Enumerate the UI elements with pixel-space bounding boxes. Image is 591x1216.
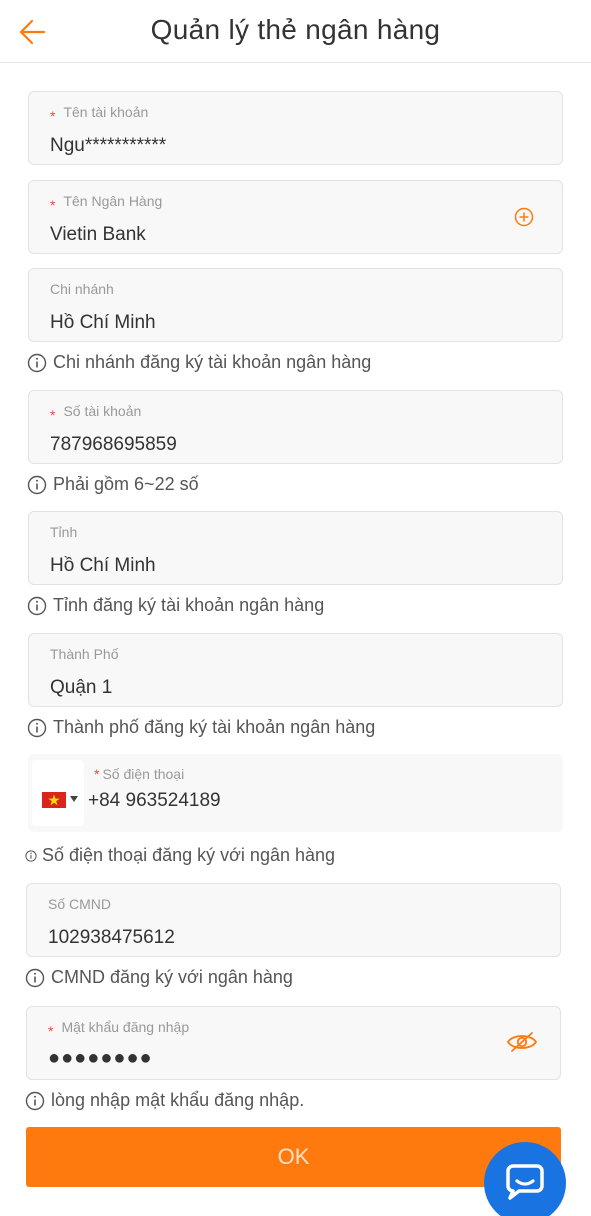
- branch-hint-text: Chi nhánh đăng ký tài khoản ngân hàng: [53, 352, 372, 372]
- account-name-input[interactable]: [50, 135, 480, 157]
- password-hint: lòng nhập mật khẩu đăng nhập.: [25, 1090, 304, 1111]
- id-card-label: Số CMND: [48, 896, 112, 912]
- required-marker: *: [50, 197, 56, 213]
- info-icon: [25, 1091, 45, 1110]
- province-label: Tỉnh: [50, 524, 78, 540]
- info-icon: [27, 596, 47, 615]
- phone-label: Số điện thoại: [102, 766, 185, 782]
- account-number-label: Số tài khoản: [63, 403, 142, 419]
- city-label: Thành Phố: [50, 646, 119, 662]
- info-icon: [25, 849, 37, 862]
- account-number-input[interactable]: [50, 434, 480, 456]
- info-icon: [25, 968, 45, 987]
- branch-input[interactable]: [50, 312, 480, 334]
- account-number-hint-text: Phải gồm 6~22 số: [53, 474, 199, 494]
- id-card-hint: CMND đăng ký với ngân hàng: [25, 967, 293, 988]
- city-field[interactable]: Thành Phố: [28, 633, 563, 707]
- account-name-field[interactable]: * Tên tài khoản: [28, 91, 563, 165]
- header: Quản lý thẻ ngân hàng: [0, 0, 591, 63]
- vietnam-flag-icon: [42, 792, 66, 808]
- id-card-input[interactable]: [48, 927, 478, 949]
- required-marker: *: [94, 766, 100, 782]
- account-number-field[interactable]: * Số tài khoản: [28, 390, 563, 464]
- required-marker: *: [50, 407, 56, 423]
- bank-name-field[interactable]: * Tên Ngân Hàng: [28, 180, 563, 254]
- ok-button[interactable]: OK: [26, 1127, 561, 1187]
- country-code-selector[interactable]: [32, 760, 84, 826]
- password-field[interactable]: * Mật khẩu đăng nhập ●●●●●●●●: [26, 1006, 561, 1080]
- page-title: Quản lý thẻ ngân hàng: [150, 14, 441, 45]
- password-label: Mật khẩu đăng nhập: [61, 1019, 190, 1035]
- city-hint: Thành phố đăng ký tài khoản ngân hàng: [27, 717, 375, 738]
- phone-hint: Số điện thoại đăng ký với ngân hàng: [25, 845, 335, 866]
- city-hint-text: Thành phố đăng ký tài khoản ngân hàng: [53, 717, 376, 737]
- chat-button[interactable]: [484, 1142, 566, 1216]
- required-marker: *: [48, 1023, 54, 1039]
- eye-off-icon[interactable]: [506, 1029, 538, 1060]
- bank-name-input[interactable]: [50, 224, 480, 246]
- info-icon: [27, 718, 47, 737]
- province-hint: Tỉnh đăng ký tài khoản ngân hàng: [27, 595, 324, 616]
- account-name-label: Tên tài khoản: [63, 104, 149, 120]
- id-card-field[interactable]: Số CMND: [26, 883, 561, 957]
- province-input[interactable]: [50, 555, 480, 577]
- province-field[interactable]: Tỉnh: [28, 511, 563, 585]
- info-icon: [27, 353, 47, 372]
- bank-name-label: Tên Ngân Hàng: [63, 193, 163, 209]
- password-hint-text: lòng nhập mật khẩu đăng nhập.: [51, 1090, 305, 1110]
- branch-label: Chi nhánh: [50, 281, 114, 297]
- password-input[interactable]: ●●●●●●●●: [48, 1047, 478, 1070]
- info-icon: [27, 475, 47, 494]
- required-marker: *: [50, 108, 56, 124]
- branch-hint: Chi nhánh đăng ký tài khoản ngân hàng: [27, 352, 371, 373]
- phone-field[interactable]: * Số điện thoại: [28, 754, 563, 832]
- id-card-hint-text: CMND đăng ký với ngân hàng: [51, 967, 293, 987]
- chat-bubble-icon: [506, 1164, 544, 1200]
- province-hint-text: Tỉnh đăng ký tài khoản ngân hàng: [53, 595, 325, 615]
- phone-hint-text: Số điện thoại đăng ký với ngân hàng: [42, 845, 336, 865]
- account-number-hint: Phải gồm 6~22 số: [27, 474, 199, 495]
- phone-input[interactable]: [88, 790, 488, 812]
- chevron-down-icon: [70, 796, 78, 802]
- city-input[interactable]: [50, 677, 480, 699]
- add-circle-icon[interactable]: [514, 207, 534, 232]
- branch-field[interactable]: Chi nhánh: [28, 268, 563, 342]
